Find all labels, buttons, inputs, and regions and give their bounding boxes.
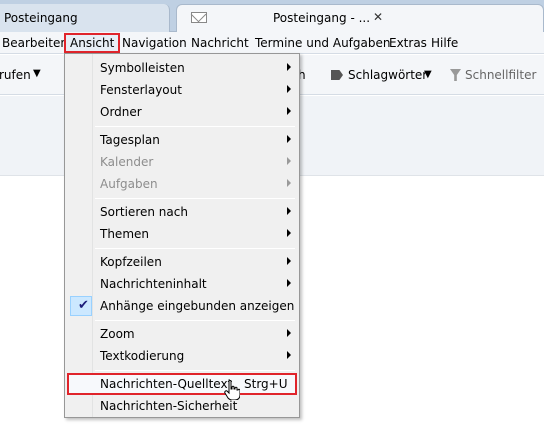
submenu-arrow-icon (287, 229, 291, 237)
menu-item-label: Nachrichten-Sicherheit (100, 399, 238, 413)
submenu-arrow-icon (287, 135, 291, 143)
menu-item-label: Textkodierung (100, 349, 185, 363)
tab-label: Posteingang - ... (273, 11, 371, 25)
menu-item-label: Anhänge eingebunden anzeigen (100, 299, 295, 313)
menu-termine-und-aufgaben[interactable]: Termine und Aufgaben (251, 35, 394, 53)
menu-item-nachrichteninhalt[interactable]: Nachrichteninhalt (67, 273, 297, 295)
submenu-arrow-icon (287, 107, 291, 115)
submenu-arrow-icon (287, 63, 291, 71)
menu-item-label: Fensterlayout (100, 83, 182, 97)
tab-label: Posteingang (4, 11, 78, 25)
menu-item-sortieren-nach[interactable]: Sortieren nach (67, 201, 297, 223)
submenu-arrow-icon (287, 85, 291, 93)
menu-item-label: Ordner (100, 105, 142, 119)
menu-separator (95, 126, 295, 127)
menu-item-label: Aufgaben (100, 177, 158, 191)
tab-posteingang[interactable]: Posteingang (0, 4, 170, 32)
submenu-arrow-icon (287, 257, 291, 265)
tab-posteingang-active[interactable]: Posteingang - ... ✕ (176, 4, 544, 32)
menu-item-label: Themen (100, 227, 149, 241)
menu-item-anhaenge-eingebunden[interactable]: ✔ Anhänge eingebunden anzeigen (67, 295, 297, 317)
menu-item-label: Kalender (100, 155, 154, 169)
menu-navigation[interactable]: Navigation (118, 35, 191, 53)
menu-item-label: Nachrichten-Quelltext (100, 377, 233, 391)
menu-separator (95, 248, 295, 249)
menu-item-tagesplan[interactable]: Tagesplan (67, 129, 297, 151)
menu-item-label: Zoom (100, 327, 135, 341)
submenu-arrow-icon (287, 179, 291, 187)
hand-cursor-icon (224, 380, 240, 400)
ansicht-dropdown-menu: Symbolleisten Fensterlayout Ordner Tages… (64, 53, 300, 418)
menu-item-fensterlayout[interactable]: Fensterlayout (67, 79, 297, 101)
check-icon: ✔ (78, 298, 89, 313)
tag-icon (331, 70, 343, 80)
menu-item-textkodierung[interactable]: Textkodierung (67, 345, 297, 367)
menu-item-label: Nachrichteninhalt (100, 277, 207, 291)
menu-nachricht[interactable]: Nachricht (187, 35, 253, 53)
menu-separator (95, 198, 295, 199)
menu-item-label: Symbolleisten (100, 61, 185, 75)
menu-ansicht[interactable]: Ansicht (64, 33, 121, 53)
tab-strip: Posteingang Posteingang - ... ✕ (0, 0, 544, 32)
submenu-arrow-icon (287, 157, 291, 165)
menu-item-zoom[interactable]: Zoom (67, 323, 297, 345)
submenu-arrow-icon (287, 329, 291, 337)
menu-item-symbolleisten[interactable]: Symbolleisten (67, 57, 297, 79)
submenu-arrow-icon (287, 207, 291, 215)
menu-bar: Bearbeiten Ansicht Navigation Nachricht … (0, 32, 544, 54)
tags-button[interactable]: Schlagwörter (348, 68, 427, 82)
menu-item-themen[interactable]: Themen (67, 223, 297, 245)
menu-item-aufgaben: Aufgaben (67, 173, 297, 195)
menu-item-ordner[interactable]: Ordner (67, 101, 297, 123)
envelope-icon (191, 12, 207, 23)
filter-icon (450, 69, 461, 81)
get-messages-button[interactable]: rufen (0, 68, 31, 82)
chevron-down-icon[interactable]: ▼ (424, 69, 432, 80)
submenu-arrow-icon (287, 279, 291, 287)
menu-item-nachrichten-quelltext[interactable]: Nachrichten-Quelltext Strg+U (67, 373, 297, 395)
menu-item-label: Kopfzeilen (100, 255, 162, 269)
menu-hilfe[interactable]: Hilfe (427, 35, 462, 53)
menu-item-kopfzeilen[interactable]: Kopfzeilen (67, 251, 297, 273)
checkbox-checked: ✔ (70, 296, 92, 316)
menu-item-label: Sortieren nach (100, 205, 188, 219)
close-icon[interactable]: ✕ (373, 10, 383, 24)
shortcut-label: Strg+U (244, 377, 288, 391)
menu-separator (95, 320, 295, 321)
menu-item-nachrichten-sicherheit[interactable]: Nachrichten-Sicherheit (67, 395, 297, 417)
submenu-arrow-icon (287, 351, 291, 359)
menu-item-label: Tagesplan (100, 133, 160, 147)
quick-filter-button[interactable]: Schnellfilter (465, 68, 536, 82)
menu-separator (95, 370, 295, 371)
menu-item-kalender: Kalender (67, 151, 297, 173)
dropdown-arrow-icon[interactable]: ▼ (33, 68, 41, 79)
menu-extras[interactable]: Extras (385, 35, 431, 53)
menu-bearbeiten[interactable]: Bearbeiten (0, 35, 72, 53)
